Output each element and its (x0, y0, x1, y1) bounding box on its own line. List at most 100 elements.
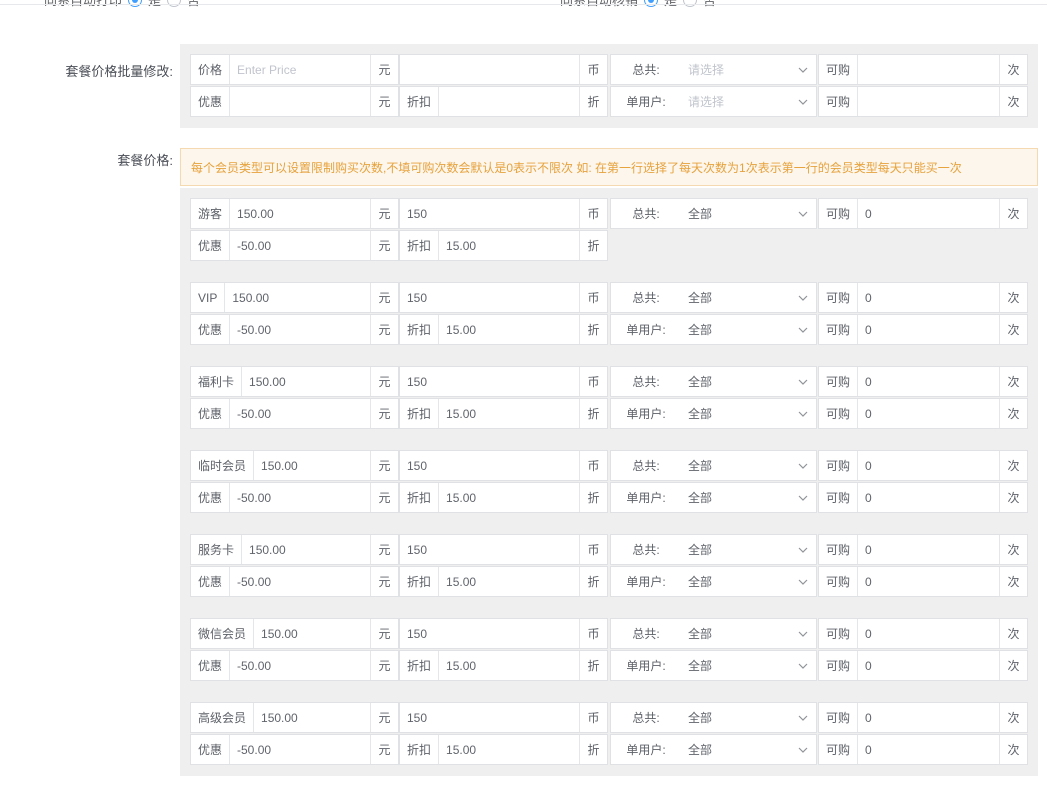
member-total-select[interactable]: 总共: 全部 (610, 366, 817, 397)
member-can-buy-input[interactable]: 0 (858, 451, 999, 480)
member-per-user-value[interactable]: 全部 (681, 399, 790, 428)
chevron-down-icon[interactable] (790, 451, 816, 480)
member-per-user-buy-field[interactable]: 可购 0 次 (818, 566, 1028, 597)
member-can-buy-input[interactable]: 0 (858, 619, 999, 648)
member-can-buy-field[interactable]: 可购 0 次 (818, 198, 1028, 229)
member-coin-input[interactable]: 150 (400, 367, 579, 396)
member-discount-input[interactable]: -50.00 (230, 567, 370, 596)
chevron-down-icon[interactable] (790, 283, 816, 312)
batch-rebate-input[interactable] (439, 87, 579, 116)
chevron-down-icon[interactable] (790, 619, 816, 648)
member-coin-input[interactable]: 150 (400, 283, 579, 312)
member-coin-field[interactable]: 150 币 (399, 366, 608, 397)
member-per-user-select[interactable]: 单用户: 全部 (610, 650, 817, 681)
member-per-user-buy-input[interactable]: 0 (858, 483, 999, 512)
member-per-user-value[interactable]: 全部 (681, 735, 790, 764)
member-discount-field[interactable]: 优惠 -50.00 元 (190, 314, 399, 345)
member-can-buy-field[interactable]: 可购 0 次 (818, 702, 1028, 733)
member-per-user-buy-field[interactable]: 可购 0 次 (818, 314, 1028, 345)
member-rebate-input[interactable]: 15.00 (439, 651, 579, 680)
member-rebate-field[interactable]: 折扣 15.00 折 (399, 650, 608, 681)
batch-discount-field[interactable]: 优惠 元 (190, 86, 399, 117)
member-total-value[interactable]: 全部 (681, 367, 790, 396)
chevron-down-icon[interactable] (790, 567, 816, 596)
member-rebate-field[interactable]: 折扣 15.00 折 (399, 566, 608, 597)
batch-per-user-buy-input[interactable] (858, 87, 999, 116)
chevron-down-icon[interactable] (790, 199, 816, 228)
member-can-buy-field[interactable]: 可购 0 次 (818, 534, 1028, 565)
member-price-field[interactable]: 微信会员 150.00 元 (190, 618, 399, 649)
member-total-value[interactable]: 全部 (681, 535, 790, 564)
member-per-user-buy-input[interactable]: 0 (858, 315, 999, 344)
member-can-buy-field[interactable]: 可购 0 次 (818, 618, 1028, 649)
member-total-value[interactable]: 全部 (681, 451, 790, 480)
batch-coin-input[interactable] (400, 55, 579, 84)
member-price-input[interactable]: 150.00 (242, 535, 370, 564)
member-per-user-buy-field[interactable]: 可购 0 次 (818, 398, 1028, 429)
member-discount-field[interactable]: 优惠 -50.00 元 (190, 398, 399, 429)
member-discount-field[interactable]: 优惠 -50.00 元 (190, 230, 399, 261)
member-total-select[interactable]: 总共: 全部 (610, 618, 817, 649)
member-price-input[interactable]: 150.00 (225, 283, 370, 312)
member-coin-field[interactable]: 150 币 (399, 534, 608, 565)
member-coin-field[interactable]: 150 币 (399, 198, 608, 229)
member-price-field[interactable]: 临时会员 150.00 元 (190, 450, 399, 481)
member-can-buy-input[interactable]: 0 (858, 367, 999, 396)
member-per-user-value[interactable]: 全部 (681, 651, 790, 680)
member-per-user-value[interactable]: 全部 (681, 567, 790, 596)
chevron-down-icon[interactable] (790, 399, 816, 428)
batch-per-user-buy-field[interactable]: 可购 次 (818, 86, 1028, 117)
member-price-field[interactable]: 高级会员 150.00 元 (190, 702, 399, 733)
member-total-value[interactable]: 全部 (681, 619, 790, 648)
member-rebate-field[interactable]: 折扣 15.00 折 (399, 734, 608, 765)
chevron-down-icon[interactable] (790, 535, 816, 564)
batch-per-user-select[interactable]: 单用户: 请选择 (610, 86, 817, 117)
member-per-user-buy-input[interactable]: 0 (858, 651, 999, 680)
member-per-user-select[interactable]: 单用户: 全部 (610, 734, 817, 765)
member-price-input[interactable]: 150.00 (254, 451, 370, 480)
member-discount-input[interactable]: -50.00 (230, 651, 370, 680)
batch-price-input[interactable]: Enter Price (230, 55, 370, 84)
member-discount-field[interactable]: 优惠 -50.00 元 (190, 650, 399, 681)
member-total-select[interactable]: 总共: 全部 (610, 450, 817, 481)
member-per-user-buy-input[interactable]: 0 (858, 567, 999, 596)
member-can-buy-field[interactable]: 可购 0 次 (818, 450, 1028, 481)
member-coin-input[interactable]: 150 (400, 535, 579, 564)
batch-discount-input[interactable] (230, 87, 370, 116)
member-discount-field[interactable]: 优惠 -50.00 元 (190, 566, 399, 597)
member-rebate-input[interactable]: 15.00 (439, 567, 579, 596)
member-per-user-value[interactable]: 全部 (681, 315, 790, 344)
member-discount-input[interactable]: -50.00 (230, 483, 370, 512)
batch-rebate-field[interactable]: 折扣 折 (399, 86, 608, 117)
member-price-field[interactable]: 游客 150.00 元 (190, 198, 399, 229)
member-per-user-select[interactable]: 单用户: 全部 (610, 314, 817, 345)
chevron-down-icon[interactable] (790, 55, 816, 84)
chevron-down-icon[interactable] (790, 87, 816, 116)
member-discount-input[interactable]: -50.00 (230, 735, 370, 764)
member-can-buy-input[interactable]: 0 (858, 283, 999, 312)
chevron-down-icon[interactable] (790, 367, 816, 396)
batch-price-field[interactable]: 价格 Enter Price 元 (190, 54, 399, 85)
member-rebate-input[interactable]: 15.00 (439, 231, 579, 260)
member-discount-field[interactable]: 优惠 -50.00 元 (190, 734, 399, 765)
member-total-select[interactable]: 总共: 全部 (610, 534, 817, 565)
member-coin-input[interactable]: 150 (400, 703, 579, 732)
member-price-field[interactable]: 服务卡 150.00 元 (190, 534, 399, 565)
member-price-field[interactable]: 福利卡 150.00 元 (190, 366, 399, 397)
member-discount-input[interactable]: -50.00 (230, 399, 370, 428)
member-coin-input[interactable]: 150 (400, 199, 579, 228)
member-rebate-input[interactable]: 15.00 (439, 735, 579, 764)
member-rebate-field[interactable]: 折扣 15.00 折 (399, 482, 608, 513)
member-coin-field[interactable]: 150 币 (399, 618, 608, 649)
member-coin-field[interactable]: 150 币 (399, 450, 608, 481)
member-price-input[interactable]: 150.00 (230, 199, 370, 228)
member-coin-field[interactable]: 150 币 (399, 282, 608, 313)
batch-can-buy-field[interactable]: 可购 次 (818, 54, 1028, 85)
member-discount-field[interactable]: 优惠 -50.00 元 (190, 482, 399, 513)
member-rebate-input[interactable]: 15.00 (439, 399, 579, 428)
chevron-down-icon[interactable] (790, 735, 816, 764)
member-rebate-input[interactable]: 15.00 (439, 315, 579, 344)
member-can-buy-input[interactable]: 0 (858, 199, 999, 228)
member-can-buy-input[interactable]: 0 (858, 535, 999, 564)
member-per-user-select[interactable]: 单用户: 全部 (610, 566, 817, 597)
